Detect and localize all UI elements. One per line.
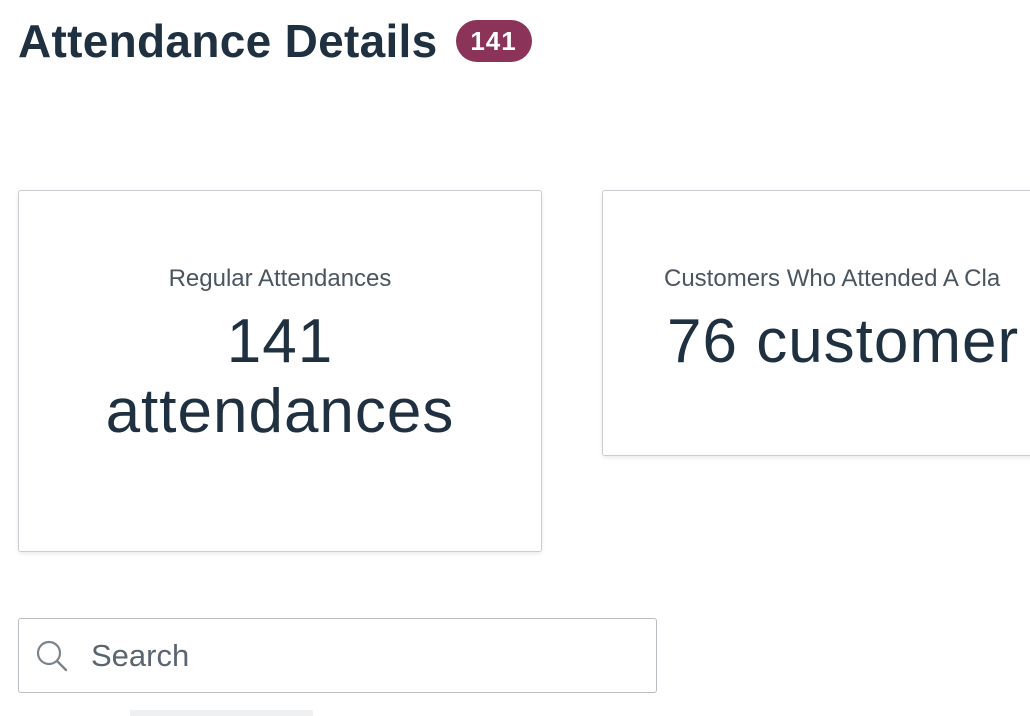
card-label: Customers Who Attended A Cla bbox=[664, 265, 1001, 292]
regular-attendances-card: Regular Attendances 141 attendances bbox=[18, 190, 542, 552]
count-badge: 141 bbox=[455, 20, 532, 62]
search-input[interactable] bbox=[91, 637, 631, 674]
attendance-details-page: Attendance Details 141 Regular Attendanc… bbox=[0, 0, 1030, 716]
card-value: 141 attendances bbox=[19, 307, 541, 447]
card-value-number: 141 bbox=[226, 307, 334, 376]
card-value: 76 customer bbox=[667, 307, 1020, 376]
card-value-unit: attendances bbox=[105, 377, 455, 446]
customers-attended-card: Customers Who Attended A Cla 76 customer bbox=[602, 190, 1030, 456]
search-box[interactable] bbox=[18, 618, 657, 693]
page-title: Attendance Details bbox=[18, 15, 438, 67]
table-header-stub bbox=[130, 710, 313, 716]
search-icon bbox=[35, 639, 69, 673]
page-header: Attendance Details 141 bbox=[18, 12, 532, 70]
card-label: Regular Attendances bbox=[168, 265, 392, 292]
